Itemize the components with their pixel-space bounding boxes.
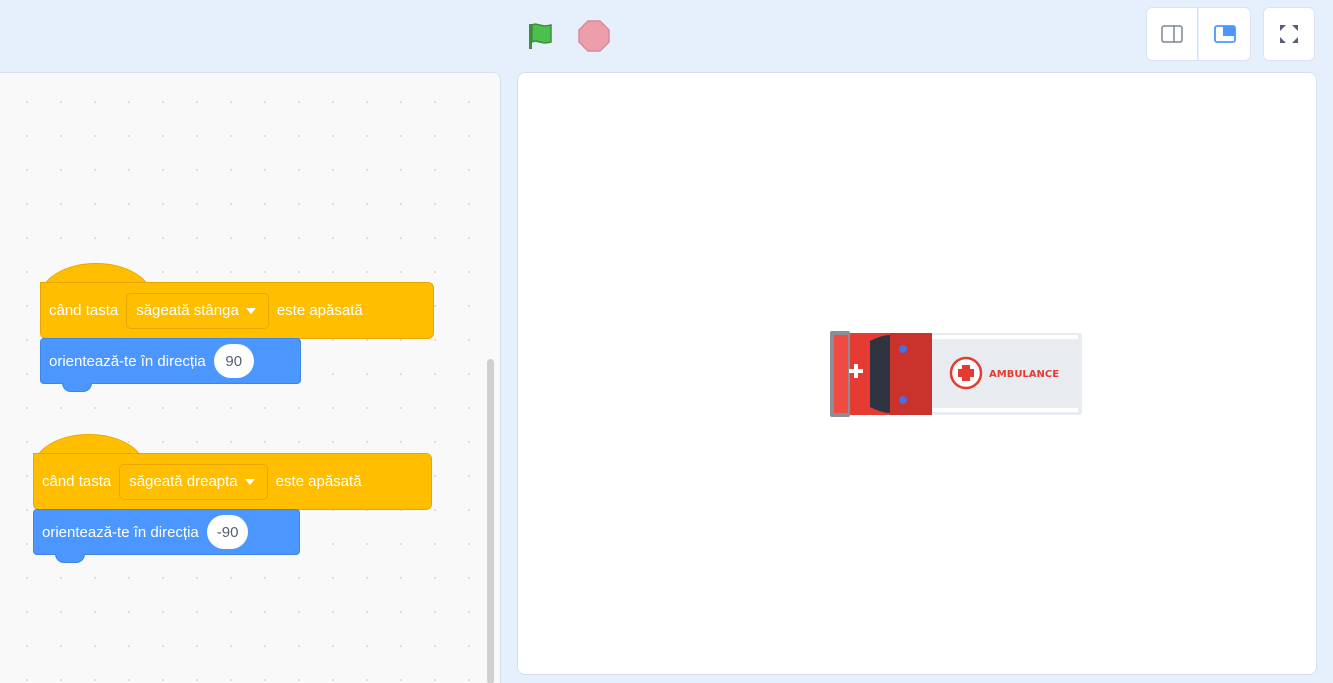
- ambulance-sprite[interactable]: AMBULANCE: [830, 331, 1082, 417]
- fullscreen-icon: [1280, 25, 1298, 43]
- stage[interactable]: AMBULANCE: [517, 72, 1317, 675]
- key-dropdown[interactable]: săgeată stânga: [126, 292, 269, 329]
- stage-header: [0, 0, 1333, 72]
- ambulance-label: AMBULANCE: [989, 369, 1059, 380]
- point-in-direction-block[interactable]: orientează-te în direcția -90: [33, 509, 300, 555]
- block-notch: [62, 383, 92, 392]
- point-in-direction-block[interactable]: orientează-te în direcția 90: [40, 338, 301, 384]
- key-dropdown-value: săgeată stânga: [136, 302, 239, 319]
- small-stage-button[interactable]: [1146, 7, 1198, 61]
- chevron-down-icon: [244, 478, 255, 485]
- stop-icon[interactable]: [576, 18, 612, 54]
- green-flag-icon[interactable]: [522, 18, 558, 54]
- code-workspace[interactable]: când tasta săgeată stânga este apăsată o…: [0, 72, 501, 683]
- hat-suffix: este apăsată: [276, 302, 363, 319]
- large-stage-icon: [1213, 25, 1236, 43]
- key-pressed-hat-block[interactable]: când tasta săgeată stânga este apăsată: [40, 282, 434, 339]
- key-pressed-hat-block[interactable]: când tasta săgeată dreapta este apăsată: [33, 453, 432, 510]
- hat-prefix: când tasta: [49, 302, 119, 319]
- large-stage-button[interactable]: [1199, 7, 1251, 61]
- motion-label: orientează-te în direcția: [42, 523, 199, 541]
- workspace-scrollbar[interactable]: [487, 359, 494, 683]
- key-dropdown[interactable]: săgeată dreapta: [119, 463, 268, 500]
- small-stage-icon: [1161, 25, 1183, 43]
- block-notch: [55, 554, 85, 563]
- key-dropdown-value: săgeată dreapta: [129, 473, 238, 490]
- fullscreen-button[interactable]: [1263, 7, 1315, 61]
- direction-input[interactable]: -90: [206, 515, 249, 549]
- direction-input[interactable]: 90: [213, 344, 254, 378]
- hat-suffix: este apăsată: [275, 473, 362, 490]
- chevron-down-icon: [245, 307, 256, 314]
- hat-prefix: când tasta: [42, 473, 112, 490]
- motion-label: orientează-te în direcția: [49, 352, 206, 370]
